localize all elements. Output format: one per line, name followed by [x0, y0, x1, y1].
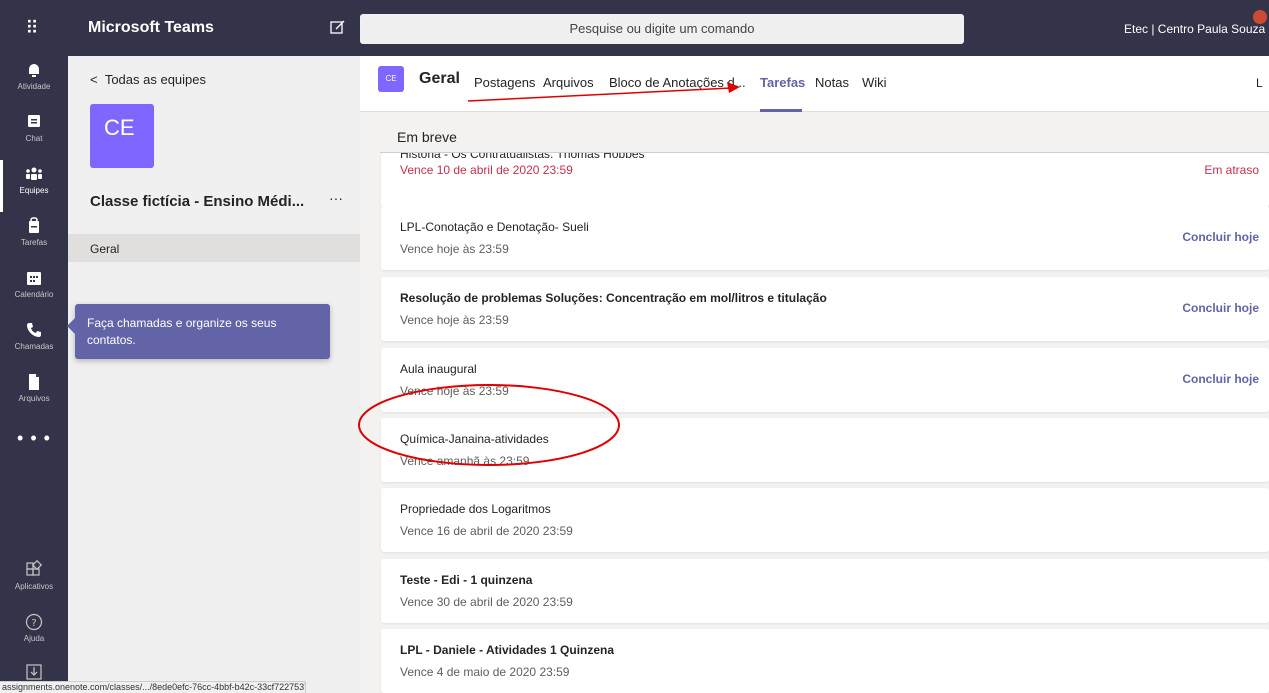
- channel-avatar: CE: [378, 66, 404, 92]
- assignment-title: LPL-Conotação e Denotação- Sueli: [400, 220, 589, 234]
- assignment-due: Vence hoje às 23:59: [400, 313, 509, 327]
- chevron-left-icon: <: [90, 72, 98, 87]
- rail-item-activity[interactable]: Atividade: [0, 56, 68, 108]
- tab-tarefas[interactable]: Tarefas: [760, 75, 805, 90]
- tab-arquivos[interactable]: Arquivos: [543, 75, 594, 90]
- rail-item-teams[interactable]: Equipes: [0, 160, 68, 212]
- rail-label: Calendário: [14, 290, 54, 299]
- more-apps-icon[interactable]: • • •: [0, 428, 68, 449]
- rail-item-help[interactable]: ? Ajuda: [0, 608, 68, 660]
- assignment-card[interactable]: LPL - Daniele - Atividades 1 Quinzena Ve…: [381, 629, 1269, 693]
- assignment-title: Química-Janaina-atividades: [400, 432, 549, 446]
- assignment-card[interactable]: Química-Janaina-atividades Vence amanhã …: [381, 418, 1269, 482]
- rail-label: Chat: [25, 134, 43, 143]
- assignment-card[interactable]: História - Os Contratualistas: Thomas Ho…: [381, 153, 1269, 207]
- tab-notebook[interactable]: Bloco de Anotações d...: [609, 75, 746, 90]
- bell-icon: [29, 64, 39, 77]
- assignment-card[interactable]: Teste - Edi - 1 quinzena Vence 30 de abr…: [381, 559, 1269, 623]
- assignment-status: Concluir hoje: [1182, 301, 1259, 315]
- assignment-card[interactable]: Aula inaugural Vence hoje às 23:59 Concl…: [381, 348, 1269, 412]
- profile-badge[interactable]: [1253, 10, 1267, 24]
- app-launcher-icon[interactable]: ⠿: [22, 18, 42, 38]
- assignment-status: Concluir hoje: [1182, 230, 1259, 244]
- assignment-status: Concluir hoje: [1182, 372, 1259, 386]
- assignment-due: Vence hoje às 23:59: [400, 242, 509, 256]
- assignment-due: Vence 16 de abril de 2020 23:59: [400, 524, 573, 538]
- download-icon[interactable]: [24, 662, 44, 682]
- assignment-title: Aula inaugural: [400, 362, 477, 376]
- new-chat-icon[interactable]: [329, 18, 347, 36]
- rail-item-apps[interactable]: Aplicativos: [0, 556, 68, 608]
- header-truncated-label: L: [1256, 76, 1263, 90]
- title-bar: ⠿ Microsoft Teams Pesquise ou digite um …: [0, 0, 1269, 56]
- team-panel: < Todas as equipes CE Classe fictícia - …: [68, 56, 360, 693]
- assignment-due: Vence hoje às 23:59: [400, 384, 509, 398]
- app-rail: Atividade Chat Equipes Tarefas Calendári…: [0, 56, 68, 693]
- phone-icon: [27, 323, 41, 337]
- team-avatar: CE: [90, 104, 154, 168]
- section-title: Em breve: [397, 129, 457, 145]
- assignment-due: Vence 30 de abril de 2020 23:59: [400, 595, 573, 609]
- rail-label: Equipes: [19, 186, 49, 195]
- calls-tooltip: Faça chamadas e organize os seus contato…: [67, 304, 330, 359]
- assignment-title: LPL - Daniele - Atividades 1 Quinzena: [400, 643, 615, 657]
- rail-item-calendar[interactable]: Calendário: [0, 264, 68, 316]
- assignment-title: História - Os Contratualistas: Thomas Ho…: [400, 153, 645, 161]
- channel-item-geral[interactable]: Geral: [68, 234, 360, 262]
- rail-item-calls[interactable]: Chamadas: [0, 316, 68, 368]
- rail-label: Aplicativos: [14, 582, 54, 591]
- rail-label: Atividade: [17, 82, 51, 91]
- org-switcher[interactable]: Etec | Centro Paula Souza: [1124, 22, 1265, 36]
- rail-item-chat[interactable]: Chat: [0, 108, 68, 160]
- back-label: Todas as equipes: [104, 72, 207, 87]
- assignment-title: Propriedade dos Logaritmos: [400, 502, 551, 516]
- tab-postagens[interactable]: Postagens: [474, 75, 535, 90]
- rail-label: Arquivos: [18, 394, 50, 403]
- active-tab-indicator: [760, 109, 802, 112]
- assignment-card[interactable]: Propriedade dos Logaritmos Vence 16 de a…: [381, 488, 1269, 552]
- assignment-card[interactable]: LPL-Conotação e Denotação- Sueli Vence h…: [381, 206, 1269, 270]
- search-input[interactable]: Pesquise ou digite um comando: [360, 14, 964, 44]
- channel-name: Geral: [419, 70, 460, 87]
- tab-wiki[interactable]: Wiki: [862, 75, 887, 90]
- main-content: CE Geral Postagens Arquivos Bloco de Ano…: [360, 56, 1269, 693]
- teams-icon: [26, 167, 42, 180]
- rail-label: Chamadas: [14, 342, 54, 351]
- assignment-due: Vence 10 de abril de 2020 23:59: [400, 163, 573, 177]
- help-icon: ?: [25, 613, 43, 631]
- app-name: Microsoft Teams: [88, 19, 214, 36]
- assignment-status: Em atraso: [1204, 163, 1259, 177]
- files-icon: [29, 374, 39, 390]
- tab-notas[interactable]: Notas: [815, 75, 849, 90]
- assignment-title: Resolução de problemas Soluções: Concent…: [400, 291, 827, 305]
- more-options-icon[interactable]: ···: [329, 190, 343, 206]
- link-status-bar: assignments.onenote.com/classes/.../8ede…: [0, 681, 306, 693]
- assignment-due: Vence amanhã às 23:59: [400, 454, 530, 468]
- team-title: Classe fictícia - Ensino Médi...: [90, 193, 305, 210]
- chat-icon: [28, 115, 40, 127]
- rail-item-files[interactable]: Arquivos: [0, 368, 68, 420]
- back-link[interactable]: < Todas as equipes: [90, 72, 206, 87]
- calendar-icon: [27, 272, 41, 285]
- rail-item-assignments[interactable]: Tarefas: [0, 212, 68, 264]
- assignment-due: Vence 4 de maio de 2020 23:59: [400, 665, 570, 679]
- assignment-title: Teste - Edi - 1 quinzena: [400, 573, 533, 587]
- assignment-card[interactable]: Resolução de problemas Soluções: Concent…: [381, 277, 1269, 341]
- channel-header: CE Geral Postagens Arquivos Bloco de Ano…: [360, 56, 1269, 112]
- apps-icon: [26, 560, 43, 576]
- svg-text:?: ?: [31, 618, 36, 629]
- rail-label: Ajuda: [23, 634, 45, 643]
- assignments-icon: [29, 217, 39, 233]
- rail-label: Tarefas: [20, 238, 48, 247]
